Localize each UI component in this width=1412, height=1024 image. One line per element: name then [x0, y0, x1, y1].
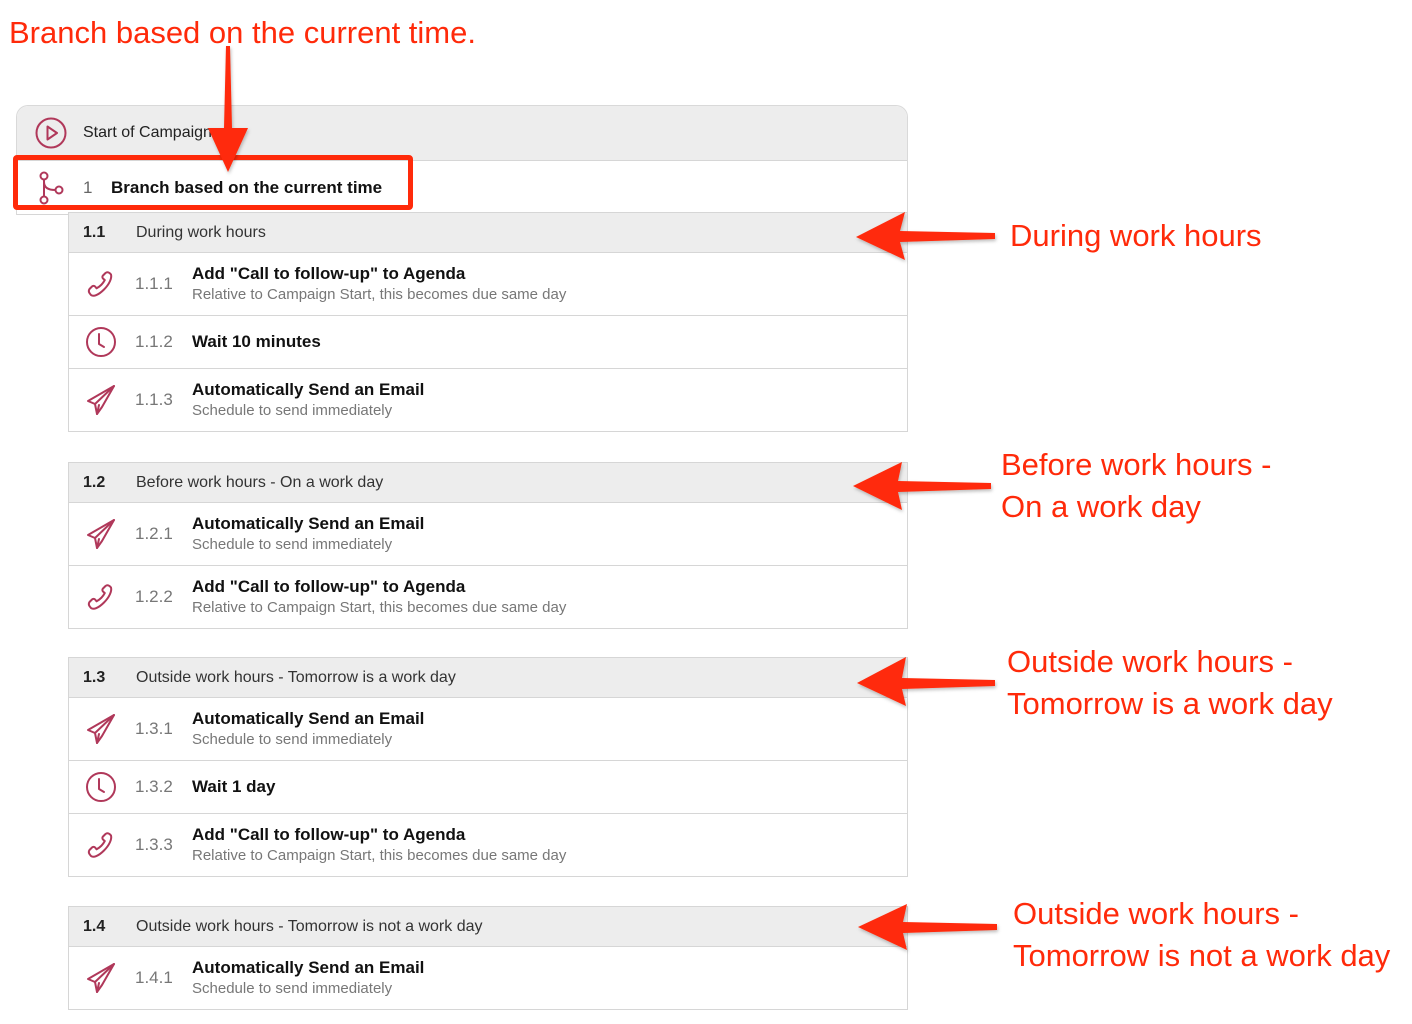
step-number: 1.3.3 [135, 835, 173, 854]
section-title: Outside work hours - Tomorrow is a work … [136, 668, 456, 686]
section-header[interactable]: 1.4 Outside work hours - Tomorrow is not… [69, 907, 907, 947]
send-icon [87, 519, 115, 549]
phone-icon [87, 271, 113, 297]
step-number: 1.3.2 [135, 777, 173, 796]
step-number: 1.2.2 [135, 587, 173, 606]
step-row[interactable]: 1.3.3 Add "Call to follow-up" to Agenda … [69, 814, 907, 876]
branch-step-row[interactable]: 1 Branch based on the current time [17, 161, 907, 215]
section-number: 1.1 [83, 223, 106, 241]
annotation-before-line2: On a work day [1001, 489, 1201, 524]
section-header[interactable]: 1.3 Outside work hours - Tomorrow is a w… [69, 658, 907, 698]
annotation-outside-not-line1: Outside work hours - [1013, 896, 1299, 931]
branch-section: 1.2 Before work hours - On a work day 1.… [68, 462, 908, 629]
branch-section: 1.4 Outside work hours - Tomorrow is not… [68, 906, 908, 1010]
phone-icon [87, 584, 113, 610]
phone-icon [87, 832, 113, 858]
start-of-campaign-label: Start of Campaign [83, 124, 212, 141]
clock-icon [86, 327, 116, 357]
section-title: Outside work hours - Tomorrow is not a w… [136, 917, 483, 935]
section-header[interactable]: 1.2 Before work hours - On a work day [69, 463, 907, 503]
step-title: Automatically Send an Email [192, 709, 425, 728]
step-row[interactable]: 1.2.1 Automatically Send an Email Schedu… [69, 503, 907, 566]
step-row[interactable]: 1.3.2 Wait 1 day [69, 761, 907, 814]
section-title: During work hours [136, 223, 266, 241]
step-subtitle: Relative to Campaign Start, this becomes… [192, 599, 567, 616]
step-subtitle: Schedule to send immediately [192, 402, 393, 419]
step-number: 1.1.3 [135, 390, 173, 409]
step-title: Automatically Send an Email [192, 514, 425, 533]
step-subtitle: Schedule to send immediately [192, 731, 393, 748]
annotation-branch: Branch based on the current time. [9, 15, 476, 50]
send-icon [87, 385, 115, 415]
section-number: 1.4 [83, 917, 106, 935]
start-of-campaign-row[interactable]: Start of Campaign [17, 106, 907, 161]
section-title: Before work hours - On a work day [136, 473, 384, 491]
branch-section: 1.1 During work hours 1.1.1 Add "Call to… [68, 212, 908, 432]
step-row[interactable]: 1.1.2 Wait 10 minutes [69, 316, 907, 369]
branch-step-title: Branch based on the current time [111, 177, 383, 197]
step-title: Automatically Send an Email [192, 958, 425, 977]
step-title: Add "Call to follow-up" to Agenda [192, 264, 466, 283]
send-icon [87, 963, 115, 993]
branch-step-number: 1 [83, 177, 93, 197]
step-number: 1.3.1 [135, 719, 173, 738]
step-subtitle: Schedule to send immediately [192, 536, 393, 553]
step-row[interactable]: 1.1.3 Automatically Send an Email Schedu… [69, 369, 907, 431]
annotation-during: During work hours [1010, 218, 1262, 253]
annotation-outside-line2: Tomorrow is a work day [1007, 686, 1333, 721]
annotation-before-line1: Before work hours - [1001, 447, 1272, 482]
clock-icon [86, 772, 116, 802]
send-icon [87, 714, 115, 744]
play-circle-icon [35, 117, 67, 149]
step-title: Automatically Send an Email [192, 380, 425, 399]
branch-icon [39, 171, 64, 204]
step-subtitle: Relative to Campaign Start, this becomes… [192, 286, 567, 303]
section-number: 1.3 [83, 668, 106, 686]
step-number: 1.4.1 [135, 968, 173, 987]
section-number: 1.2 [83, 473, 106, 491]
step-row[interactable]: 1.4.1 Automatically Send an Email Schedu… [69, 947, 907, 1009]
step-subtitle: Schedule to send immediately [192, 980, 393, 997]
annotation-outside-not-line2: Tomorrow is not a work day [1013, 938, 1391, 973]
step-title: Wait 10 minutes [192, 332, 321, 351]
branch-section: 1.3 Outside work hours - Tomorrow is a w… [68, 657, 908, 877]
step-title: Wait 1 day [192, 777, 276, 796]
step-number: 1.1.1 [135, 274, 173, 293]
step-title: Add "Call to follow-up" to Agenda [192, 825, 466, 844]
campaign-card: Start of Campaign 1 Branch based on the … [16, 105, 908, 215]
step-number: 1.2.1 [135, 524, 173, 543]
step-subtitle: Relative to Campaign Start, this becomes… [192, 847, 567, 864]
step-row[interactable]: 1.1.1 Add "Call to follow-up" to Agenda … [69, 253, 907, 316]
step-title: Add "Call to follow-up" to Agenda [192, 577, 466, 596]
step-row[interactable]: 1.2.2 Add "Call to follow-up" to Agenda … [69, 566, 907, 628]
section-header[interactable]: 1.1 During work hours [69, 213, 907, 253]
step-row[interactable]: 1.3.1 Automatically Send an Email Schedu… [69, 698, 907, 761]
annotation-outside-line1: Outside work hours - [1007, 644, 1293, 679]
step-number: 1.1.2 [135, 332, 173, 351]
